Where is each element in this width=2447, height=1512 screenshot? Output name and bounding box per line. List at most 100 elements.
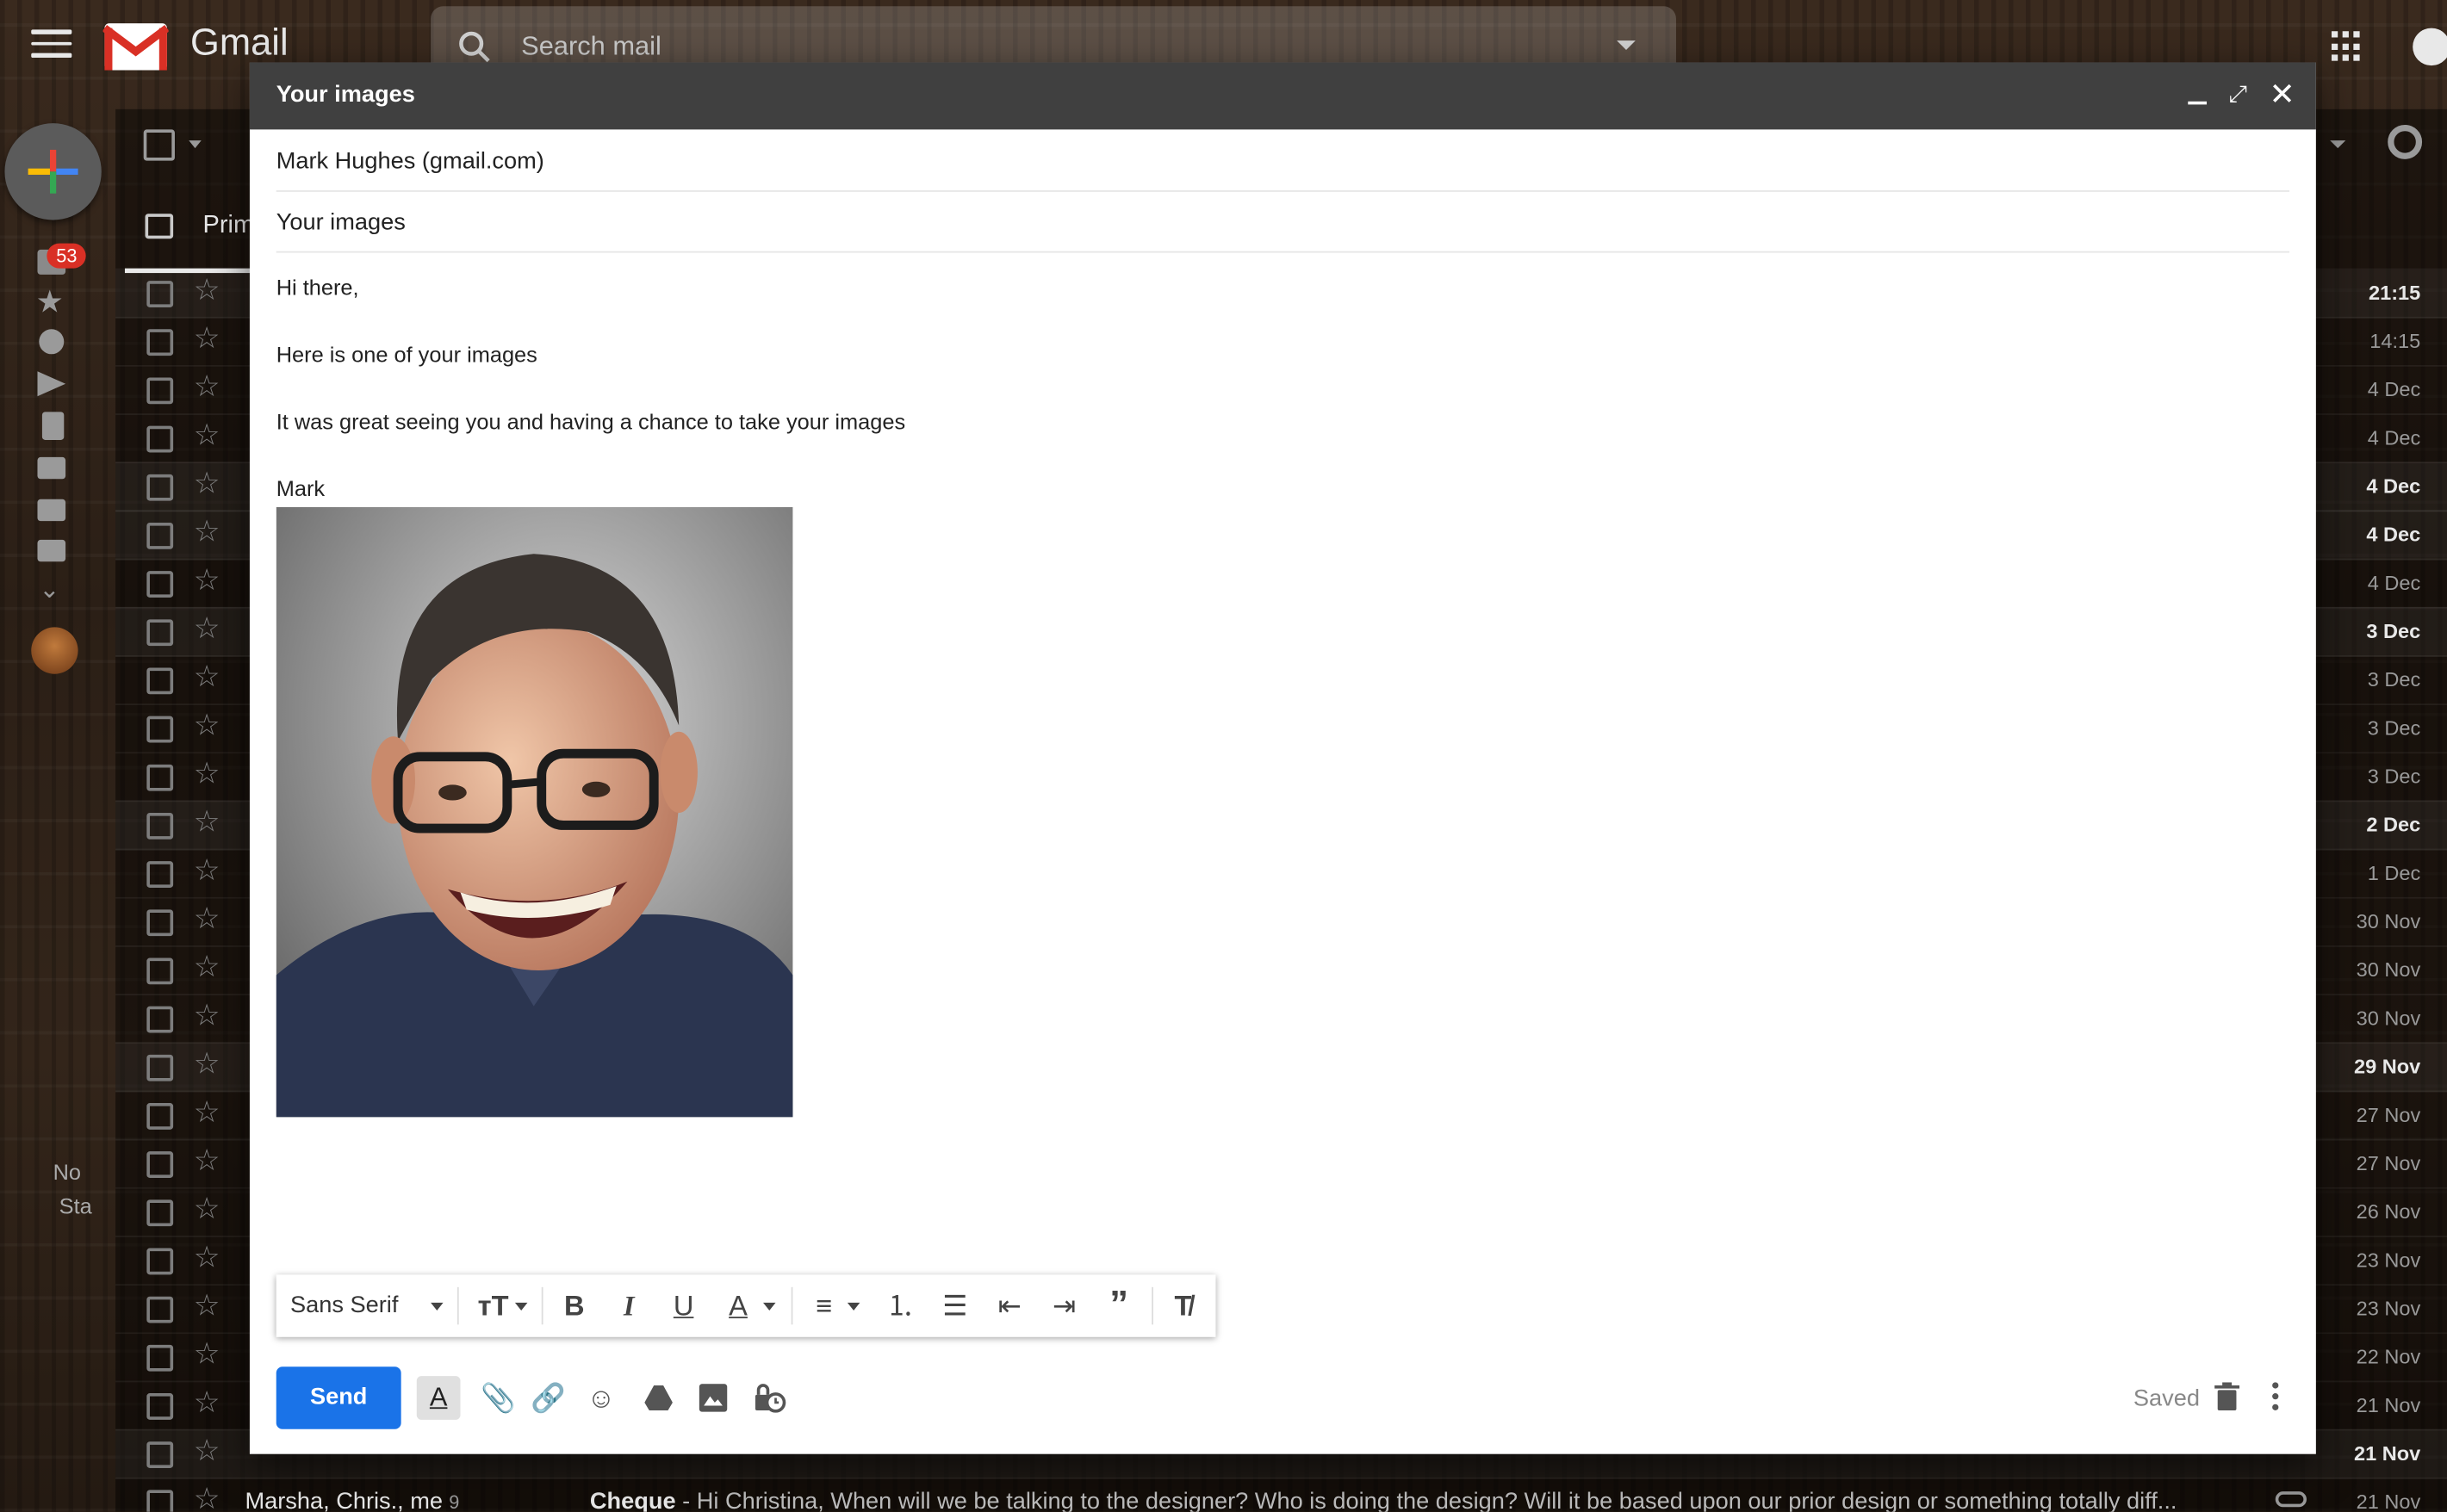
- star-icon[interactable]: ☆: [194, 709, 220, 745]
- remove-formatting-icon[interactable]: T̸: [1165, 1287, 1200, 1324]
- star-icon[interactable]: ☆: [194, 515, 220, 551]
- label-icon[interactable]: [37, 499, 66, 522]
- row-checkbox[interactable]: [146, 957, 174, 985]
- font-size-icon[interactable]: ᴛT: [473, 1287, 513, 1324]
- emoji-icon[interactable]: ☺: [587, 1381, 615, 1416]
- hangouts-avatar[interactable]: [31, 627, 78, 674]
- star-icon[interactable]: ☆: [194, 902, 220, 938]
- gear-icon[interactable]: [2388, 124, 2423, 159]
- chevron-down-icon[interactable]: [431, 1302, 444, 1311]
- drive-icon[interactable]: [644, 1385, 673, 1410]
- row-checkbox[interactable]: [146, 1441, 174, 1468]
- row-checkbox[interactable]: [146, 1151, 174, 1178]
- subject-field[interactable]: Your images: [276, 192, 2290, 253]
- row-checkbox[interactable]: [146, 281, 174, 307]
- chevron-down-icon[interactable]: [847, 1302, 860, 1311]
- star-icon[interactable]: ☆: [194, 418, 220, 455]
- row-checkbox[interactable]: [146, 522, 174, 549]
- italic-icon[interactable]: I: [612, 1287, 646, 1324]
- sent-icon[interactable]: [37, 371, 66, 397]
- row-checkbox[interactable]: [146, 619, 174, 647]
- row-checkbox[interactable]: [146, 329, 174, 356]
- star-icon[interactable]: ☆: [194, 950, 220, 986]
- font-family-select[interactable]: Sans Serif: [290, 1292, 398, 1318]
- row-checkbox[interactable]: [146, 1490, 174, 1512]
- star-icon[interactable]: ☆: [194, 1095, 220, 1131]
- row-checkbox[interactable]: [146, 1344, 174, 1372]
- star-icon[interactable]: ☆: [194, 999, 220, 1035]
- table-row[interactable]: ☆ 21 Nov Marsha, Chris., me 9 Cheque - Hi Ch…: [115, 1478, 2447, 1512]
- star-icon[interactable]: ☆: [194, 611, 220, 648]
- bold-icon[interactable]: B: [557, 1287, 592, 1324]
- menu-icon[interactable]: [31, 29, 72, 60]
- row-checkbox[interactable]: [146, 571, 174, 598]
- more-options-icon[interactable]: [2272, 1382, 2279, 1415]
- inline-portrait-image[interactable]: [276, 506, 793, 1118]
- row-checkbox[interactable]: [146, 1103, 174, 1130]
- indent-more-icon[interactable]: ⇥: [1047, 1287, 1082, 1324]
- drafts-icon[interactable]: [41, 412, 65, 440]
- row-checkbox[interactable]: [146, 1006, 174, 1033]
- star-icon[interactable]: ☆: [194, 1289, 220, 1325]
- star-icon[interactable]: ☆: [194, 369, 220, 406]
- chevron-down-icon[interactable]: [514, 1302, 528, 1311]
- star-icon[interactable]: ☆: [194, 757, 220, 793]
- fullscreen-icon[interactable]: ⤢: [2228, 81, 2247, 109]
- star-icon[interactable]: ☆: [194, 273, 220, 309]
- subject-value[interactable]: Your images: [276, 209, 406, 236]
- row-checkbox[interactable]: [146, 1296, 174, 1323]
- star-icon[interactable]: ☆: [194, 1337, 220, 1373]
- star-icon[interactable]: ☆: [194, 1192, 220, 1228]
- label-icon[interactable]: [37, 539, 66, 562]
- row-checkbox[interactable]: [146, 474, 174, 501]
- row-checkbox[interactable]: [146, 1199, 174, 1227]
- row-checkbox[interactable]: [146, 1248, 174, 1275]
- row-checkbox[interactable]: [146, 667, 174, 695]
- snoozed-icon[interactable]: [39, 329, 65, 355]
- align-icon[interactable]: ≡: [807, 1287, 842, 1324]
- message-body[interactable]: Hi there, Here is one of your images It …: [276, 271, 2289, 504]
- gmail-logo[interactable]: [102, 22, 169, 71]
- recipient-chip[interactable]: Mark Hughes (gmail.com): [276, 148, 544, 175]
- select-caret-icon[interactable]: [189, 140, 202, 149]
- row-checkbox[interactable]: [146, 812, 174, 840]
- compose-button[interactable]: [4, 123, 102, 220]
- star-icon[interactable]: ☆: [194, 1385, 220, 1422]
- search-icon[interactable]: [456, 28, 493, 65]
- photo-icon[interactable]: [699, 1384, 728, 1412]
- quote-icon[interactable]: ”: [1102, 1286, 1136, 1324]
- indent-less-icon[interactable]: ⇤: [992, 1287, 1027, 1324]
- select-all-checkbox[interactable]: [143, 129, 175, 161]
- close-icon[interactable]: ✕: [2270, 75, 2295, 114]
- numbered-list-icon[interactable]: ⒈: [884, 1287, 918, 1324]
- trash-icon[interactable]: [2214, 1382, 2240, 1410]
- starred-icon[interactable]: ★: [36, 282, 65, 321]
- star-icon[interactable]: ☆: [194, 805, 220, 841]
- compose-header[interactable]: Your images ⤢ ✕: [249, 62, 2316, 130]
- input-tools-caret-icon[interactable]: [2330, 140, 2346, 149]
- bulleted-list-icon[interactable]: ☰: [938, 1287, 972, 1324]
- row-checkbox[interactable]: [146, 377, 174, 405]
- star-icon[interactable]: ☆: [194, 660, 220, 696]
- send-button[interactable]: Send: [276, 1366, 401, 1429]
- chevron-down-icon[interactable]: [763, 1302, 776, 1311]
- apps-icon[interactable]: [2331, 31, 2363, 62]
- text-color-icon[interactable]: A: [723, 1287, 754, 1324]
- confidential-icon[interactable]: [752, 1382, 786, 1413]
- star-icon[interactable]: ☆: [194, 563, 220, 599]
- star-icon[interactable]: ☆: [194, 1434, 220, 1470]
- row-checkbox[interactable]: [146, 716, 174, 743]
- row-checkbox[interactable]: [146, 425, 174, 453]
- row-checkbox[interactable]: [146, 909, 174, 937]
- attach-icon[interactable]: 📎: [481, 1381, 516, 1416]
- star-icon[interactable]: ☆: [194, 321, 220, 357]
- underline-icon[interactable]: U: [667, 1287, 701, 1324]
- link-icon[interactable]: 🔗: [531, 1381, 566, 1416]
- star-icon[interactable]: ☆: [194, 1482, 220, 1512]
- star-icon[interactable]: ☆: [194, 467, 220, 503]
- search-options-icon[interactable]: [1617, 40, 1636, 50]
- search-input[interactable]: Search mail: [521, 31, 661, 62]
- star-icon[interactable]: ☆: [194, 853, 220, 889]
- more-chevron-icon[interactable]: ⌄: [39, 574, 59, 605]
- account-icon[interactable]: [2413, 28, 2447, 66]
